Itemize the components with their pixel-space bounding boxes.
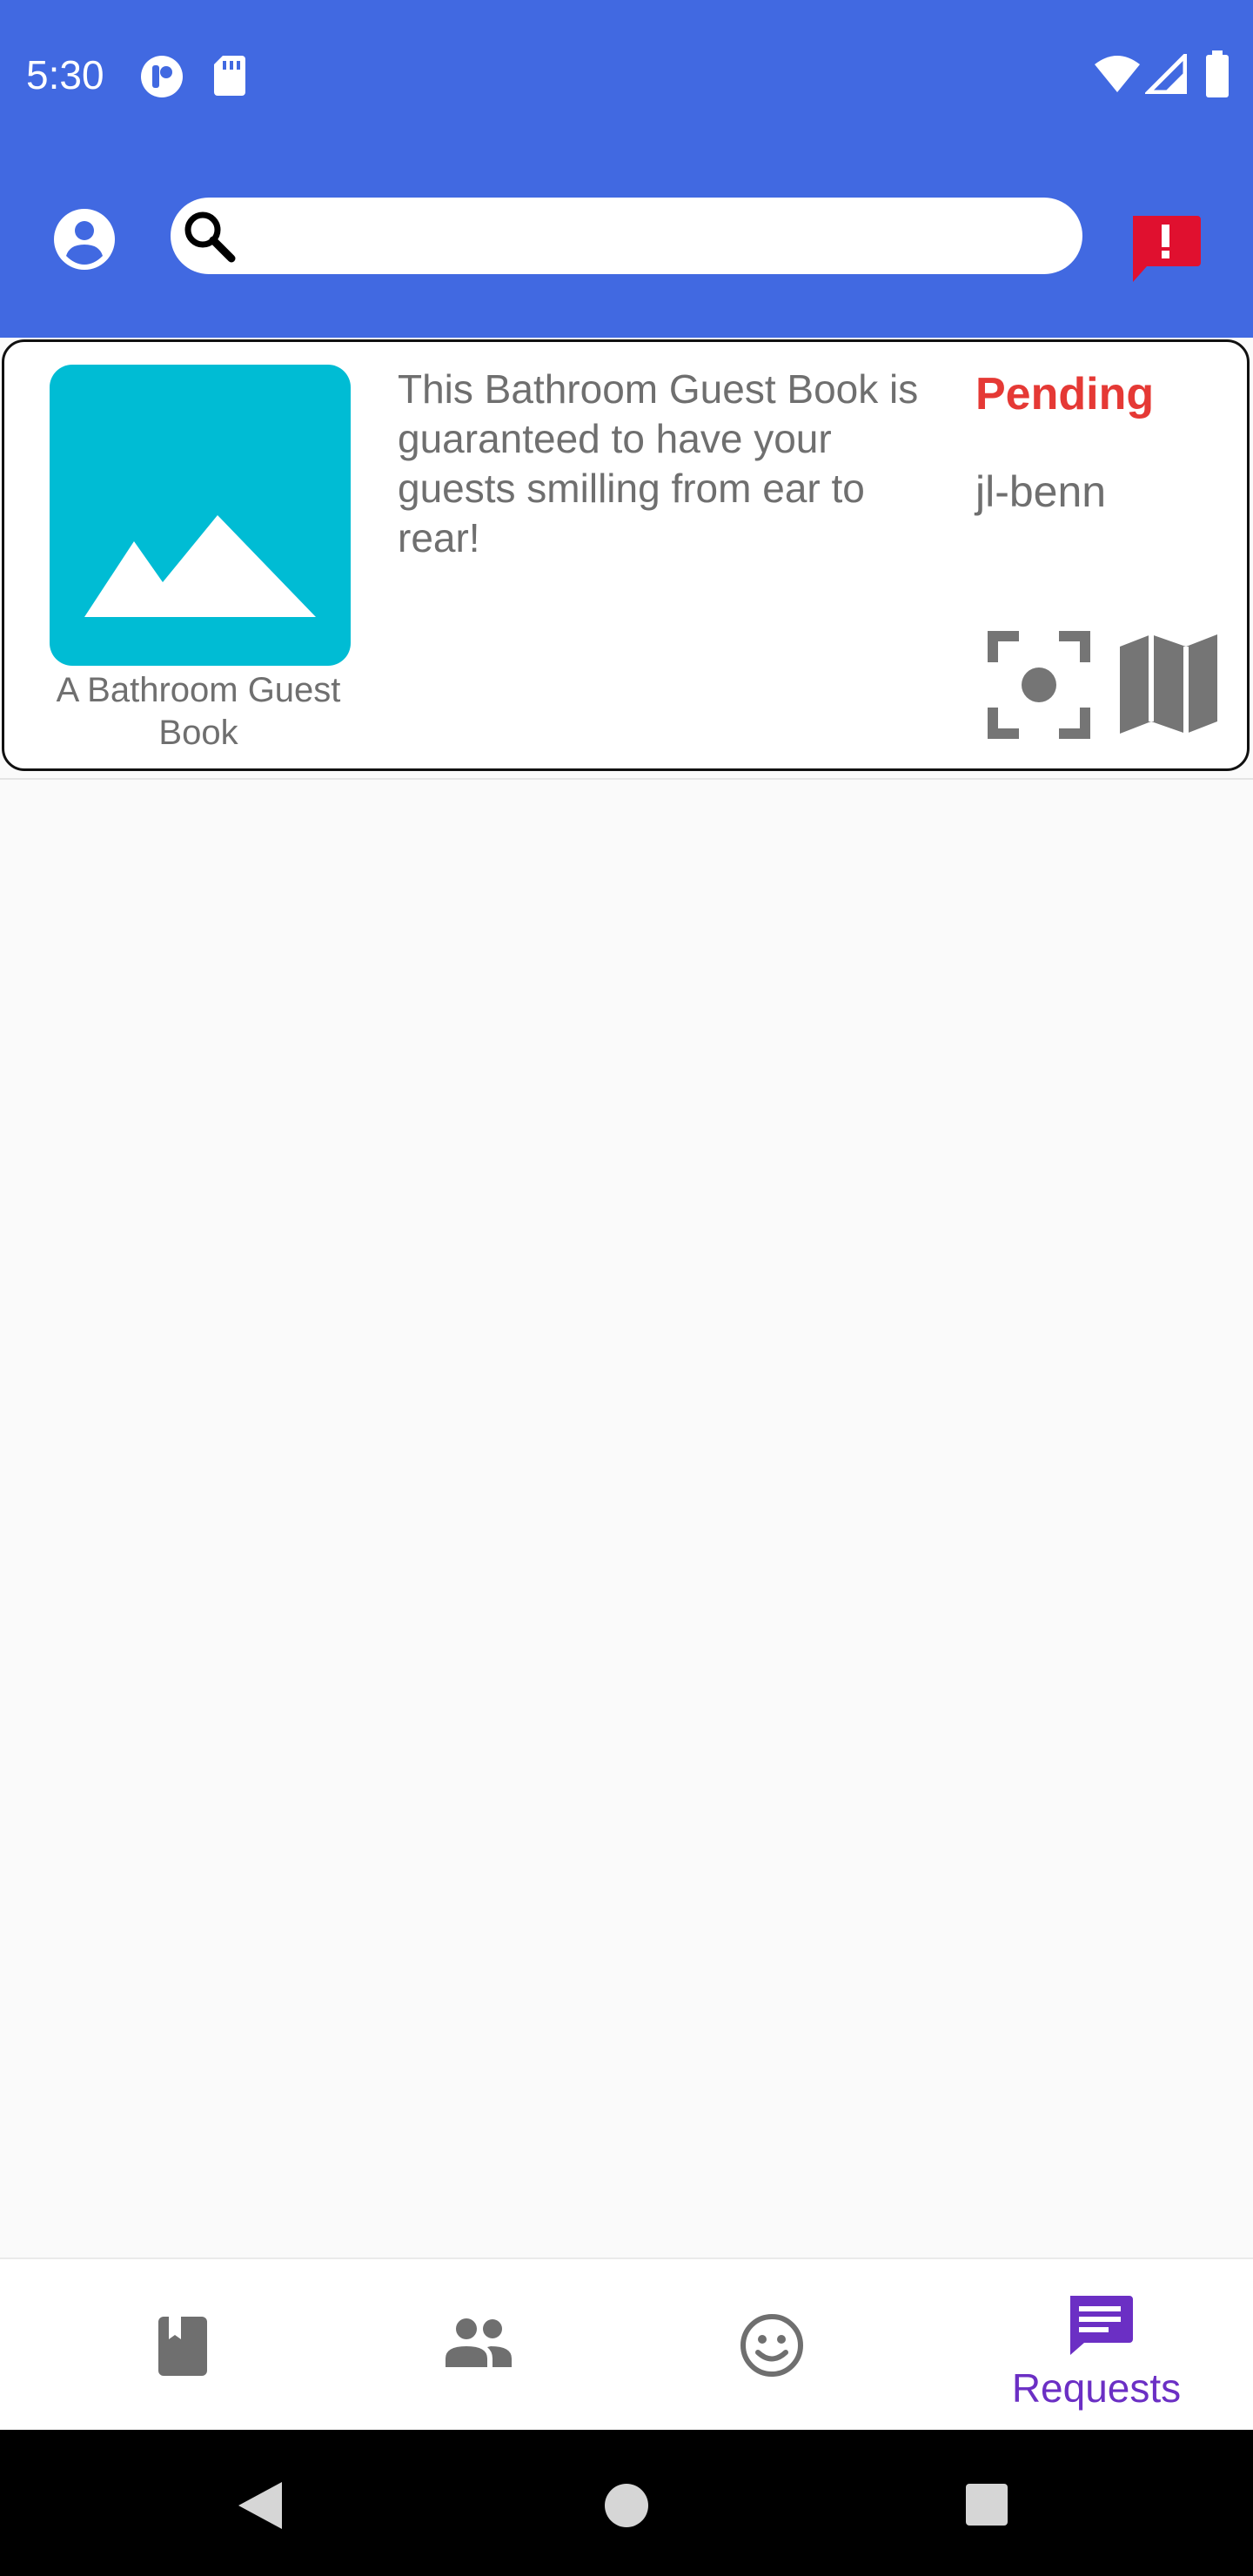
request-card[interactable]: A Bathroom Guest Book This Bathroom Gues… [2, 339, 1250, 771]
bottom-navigation: Requests [0, 2257, 1253, 2430]
home-icon[interactable] [603, 2482, 650, 2529]
people-icon [446, 2318, 512, 2367]
chat-icon [1070, 2296, 1133, 2355]
nav-item-books[interactable] [0, 2259, 313, 2432]
nav-item-friends[interactable] [313, 2259, 626, 2432]
request-description: This Bathroom Guest Book is guaranteed t… [398, 366, 919, 560]
book-icon [158, 2317, 207, 2376]
list-divider [0, 778, 1253, 780]
report-icon[interactable] [1128, 212, 1203, 287]
nav-label-requests: Requests [1011, 2365, 1182, 2411]
request-title: A Bathroom Guest Book [56, 671, 341, 752]
battery-icon [1206, 50, 1229, 97]
request-owner: jl-benn [975, 467, 1107, 516]
signal-icon [1145, 54, 1187, 94]
image-placeholder-icon [50, 365, 351, 666]
smiley-icon [740, 2314, 803, 2377]
account-circle-icon[interactable] [52, 207, 117, 272]
status-time: 5:30 [26, 52, 104, 97]
nav-item-mood[interactable] [626, 2259, 940, 2432]
search-icon[interactable] [176, 203, 242, 269]
search-input[interactable] [251, 208, 1055, 265]
status-badge: Pending [975, 369, 1155, 419]
app-notification-icon [141, 56, 183, 97]
nav-item-requests[interactable]: Requests [940, 2259, 1253, 2432]
map-icon[interactable] [1118, 629, 1219, 739]
scan-icon[interactable] [988, 631, 1090, 739]
back-icon[interactable] [235, 2479, 284, 2532]
wifi-icon [1095, 56, 1140, 92]
recents-icon[interactable] [964, 2482, 1009, 2527]
status-bar: 5:30 [0, 0, 1253, 150]
search-bar[interactable] [171, 198, 1082, 274]
sd-card-icon [214, 56, 245, 96]
system-navigation-bar [0, 2430, 1253, 2576]
app-bar [0, 150, 1253, 338]
